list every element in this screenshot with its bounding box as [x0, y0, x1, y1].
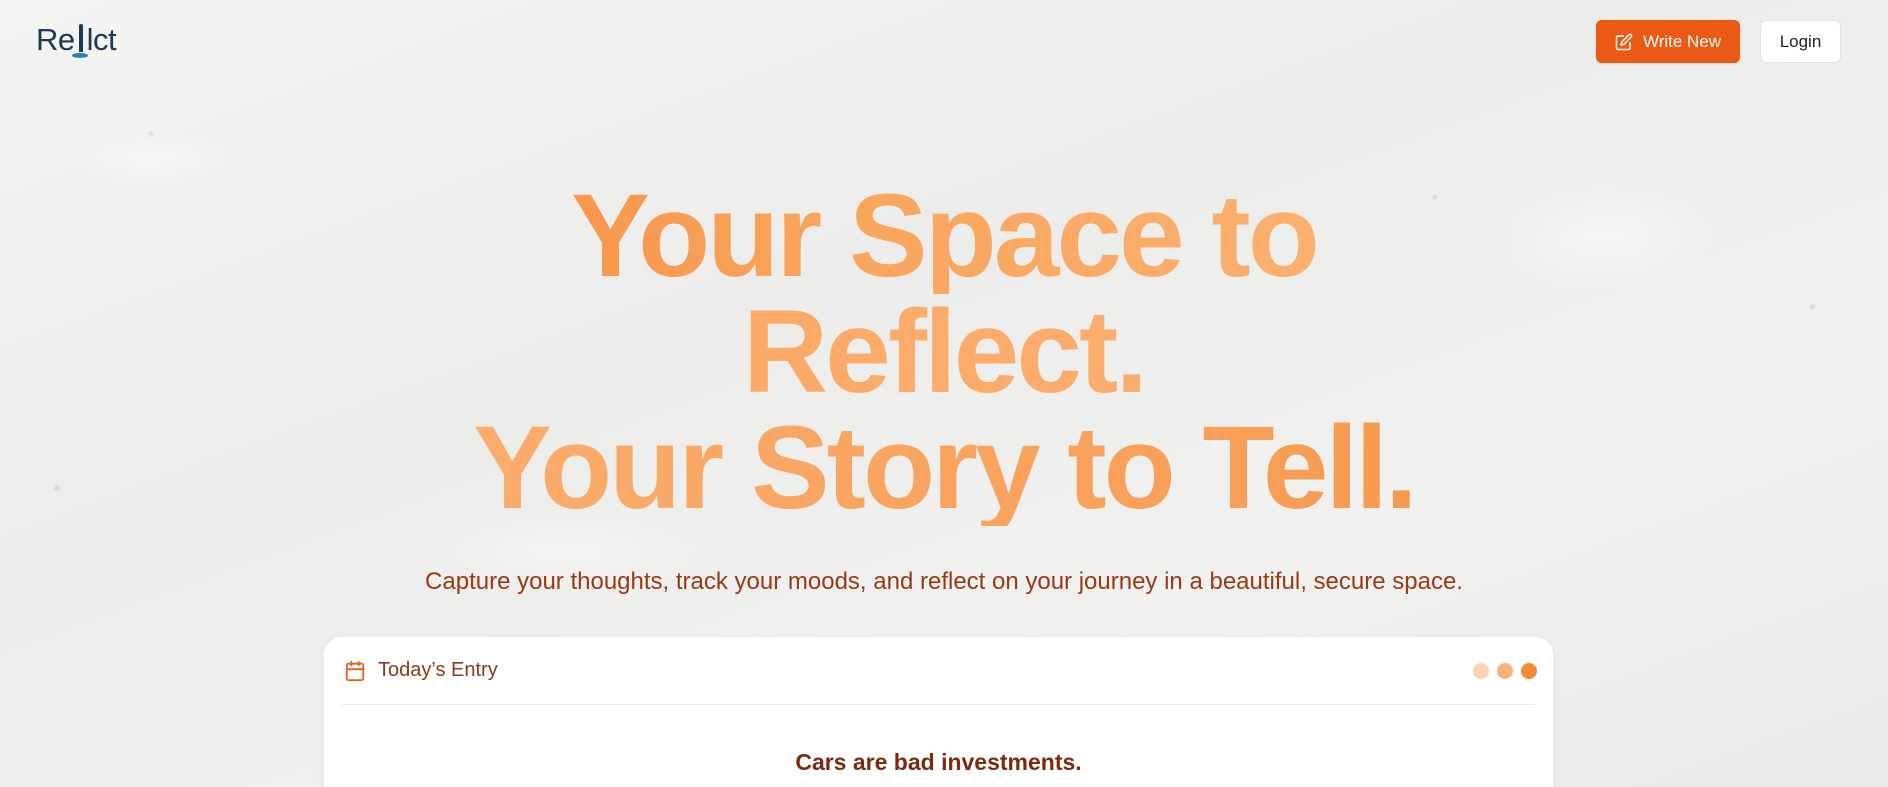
login-button[interactable]: Login [1760, 20, 1841, 63]
edit-icon [1615, 33, 1633, 51]
login-label: Login [1779, 31, 1822, 51]
reflct-logo[interactable]: Re lct [36, 22, 117, 58]
hero-headline: Your Space to Reflect. Your Story to Tel… [0, 177, 1888, 527]
hero-line-1: Your Space to [0, 177, 1888, 295]
card-header: Today’s Entry [342, 637, 1537, 705]
hero-line-2: Reflect. [0, 293, 1888, 411]
write-new-label: Write New [1642, 31, 1722, 51]
window-dots [1473, 662, 1537, 679]
entry-preview-card: Today’s Entry Cars are bad investments. [324, 637, 1553, 787]
hero-line-3: Your Story to Tell. [0, 409, 1888, 527]
top-nav: Re lct Write New Login [0, 0, 1888, 84]
todays-entry-label: Today’s Entry [378, 659, 498, 681]
hero-subtitle: Capture your thoughts, track your moods,… [425, 568, 1463, 595]
entry-title: Cars are bad investments. [795, 749, 1082, 775]
dot-medium [1497, 662, 1513, 679]
pen-logo-icon [71, 24, 88, 58]
logo-text-right: lct [86, 22, 117, 57]
logo-text-left: Re [36, 22, 75, 57]
dot-light [1473, 662, 1489, 679]
calendar-icon [344, 660, 366, 682]
write-new-button[interactable]: Write New [1596, 20, 1740, 63]
dot-dark [1521, 662, 1537, 679]
